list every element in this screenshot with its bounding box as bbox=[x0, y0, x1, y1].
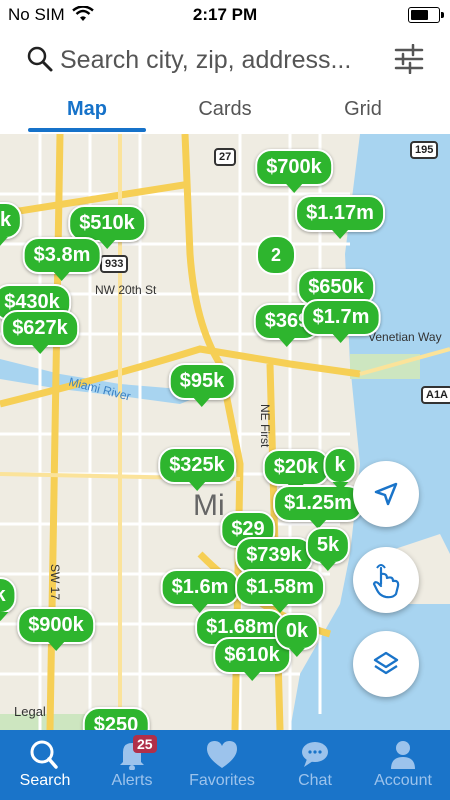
heart-icon bbox=[207, 741, 237, 768]
road-label: Venetian Way bbox=[368, 330, 442, 344]
price-pin[interactable]: $1.6m bbox=[160, 569, 240, 613]
price-pin[interactable]: 0k bbox=[274, 613, 320, 657]
road-label: SW 17 bbox=[48, 564, 62, 601]
person-icon bbox=[391, 741, 415, 769]
search-icon bbox=[30, 740, 58, 769]
map-layers-button[interactable] bbox=[353, 631, 419, 697]
view-tabs: Map Cards Grid bbox=[0, 90, 450, 135]
wifi-icon bbox=[72, 6, 94, 21]
search-icon bbox=[27, 46, 53, 72]
chat-bubble-icon bbox=[302, 742, 328, 767]
tabbar-chat[interactable]: Chat bbox=[270, 730, 360, 800]
road-label: NW 20th St bbox=[95, 283, 157, 297]
draw-area-button[interactable] bbox=[353, 547, 419, 613]
navigation-arrow-icon bbox=[374, 482, 398, 506]
tabbar-label: Favorites bbox=[189, 772, 255, 789]
battery-icon bbox=[408, 7, 444, 23]
city-label: Mi bbox=[193, 489, 225, 522]
price-pin[interactable]: $900k bbox=[17, 607, 95, 651]
layers-icon bbox=[373, 651, 399, 675]
price-pin[interactable]: 5k bbox=[305, 527, 351, 571]
alerts-badge: 25 bbox=[133, 735, 157, 753]
status-time: 2:17 PM bbox=[192, 5, 258, 24]
hand-draw-icon bbox=[372, 564, 400, 599]
tab-cards[interactable]: Cards bbox=[150, 98, 300, 121]
cluster-marker[interactable]: 2 bbox=[256, 235, 296, 275]
road-label: NE First bbox=[258, 404, 272, 448]
price-pin[interactable]: $3.8m bbox=[22, 237, 102, 281]
highway-shield: 933 bbox=[100, 255, 129, 273]
price-pin[interactable]: $1.7m bbox=[301, 299, 381, 343]
tabbar-label: Alerts bbox=[111, 772, 153, 789]
price-pin[interactable]: $1.25m bbox=[273, 485, 363, 529]
search-bar bbox=[0, 30, 450, 90]
price-pin[interactable]: $250 bbox=[82, 707, 150, 730]
status-bar: No SIM 2:17 PM bbox=[0, 0, 450, 30]
highway-shield: A1A bbox=[421, 386, 450, 404]
search-input[interactable] bbox=[60, 44, 380, 76]
tab-map[interactable]: Map bbox=[12, 98, 162, 121]
tabbar-account[interactable]: Account bbox=[358, 730, 448, 800]
highway-shield: 195 bbox=[410, 141, 439, 159]
price-pin[interactable]: $1.58m bbox=[235, 569, 325, 613]
tabbar-label: Search bbox=[19, 772, 71, 789]
bottom-tab-bar: Search 25 Alerts Favorites Chat Account bbox=[0, 730, 450, 800]
map-view[interactable]: NW 20th St Miami River NE First Venetian… bbox=[0, 134, 450, 730]
tab-grid[interactable]: Grid bbox=[288, 98, 438, 121]
legal-link[interactable]: Legal bbox=[14, 704, 46, 719]
price-pin[interactable]: $95k bbox=[168, 363, 236, 407]
price-pin[interactable]: $700k bbox=[255, 149, 333, 193]
carrier-label: No SIM bbox=[8, 5, 65, 24]
filter-sliders-icon[interactable] bbox=[394, 44, 424, 74]
price-pin[interactable]: $627k bbox=[1, 310, 79, 354]
bell-icon bbox=[120, 743, 144, 770]
locate-me-button[interactable] bbox=[353, 461, 419, 527]
tabbar-search[interactable]: Search bbox=[0, 730, 90, 800]
tabbar-label: Account bbox=[374, 772, 432, 789]
price-pin[interactable]: $325k bbox=[158, 447, 236, 491]
price-pin[interactable]: $1.17m bbox=[295, 195, 385, 239]
price-pin[interactable]: $20k bbox=[262, 449, 330, 493]
active-tab-indicator bbox=[28, 128, 146, 132]
price-pin[interactable]: k bbox=[323, 447, 357, 491]
tabbar-label: Chat bbox=[298, 772, 332, 789]
tabbar-alerts[interactable]: 25 Alerts bbox=[87, 730, 177, 800]
highway-shield: 27 bbox=[214, 148, 237, 166]
tabbar-favorites[interactable]: Favorites bbox=[177, 730, 267, 800]
